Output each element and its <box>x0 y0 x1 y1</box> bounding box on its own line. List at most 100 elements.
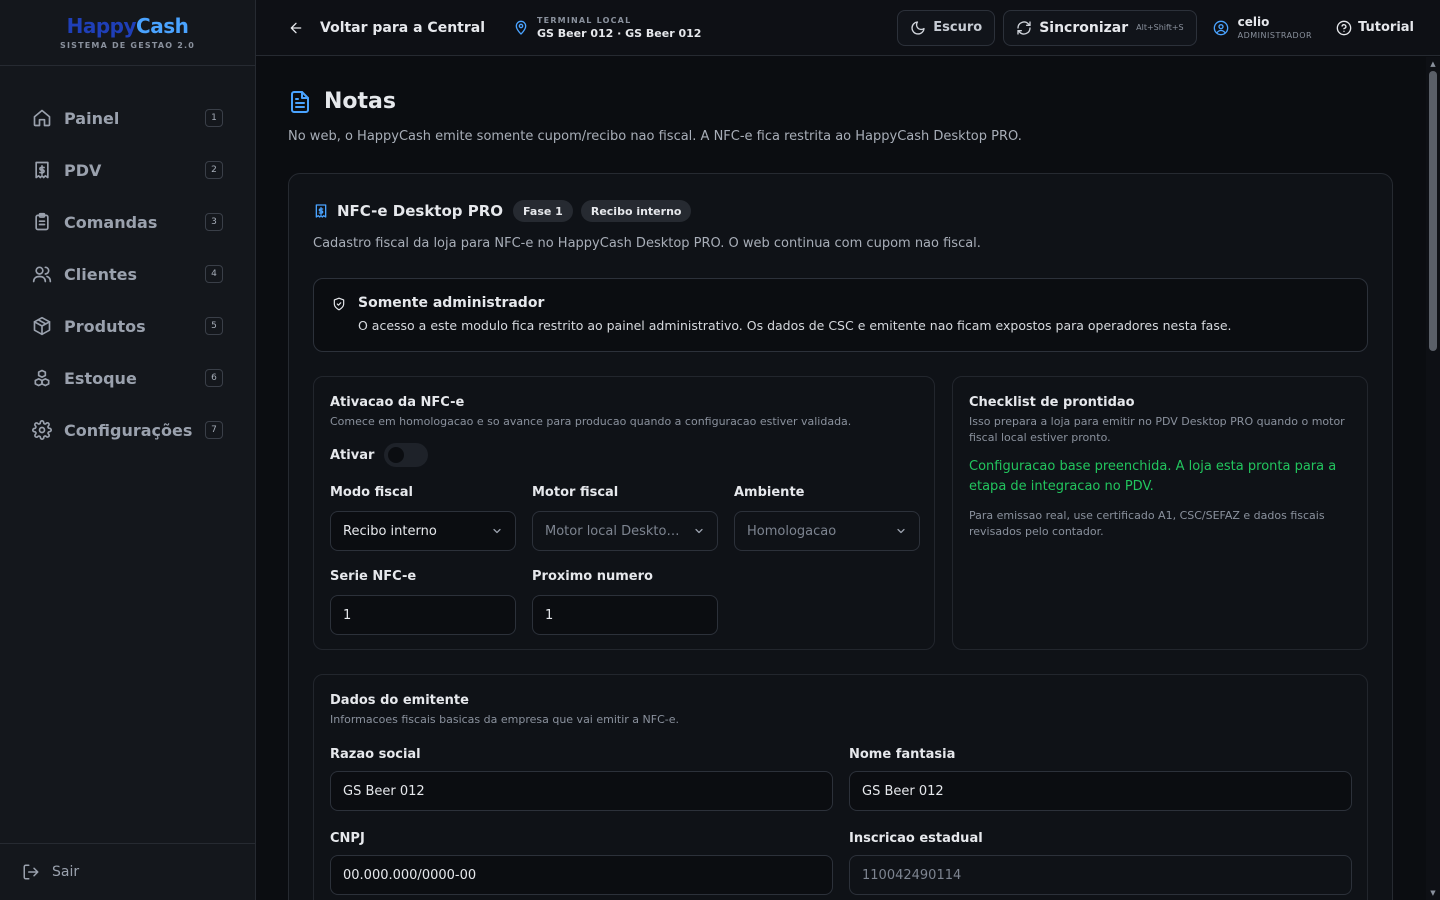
sidebar-item-label: Comandas <box>64 212 158 232</box>
modo-fiscal-label: Modo fiscal <box>330 485 413 500</box>
header-actions: Escuro Sincronizar Alt+Shift+S celio ADM… <box>897 9 1414 46</box>
receipt-icon <box>313 203 329 219</box>
scroll-down-arrow[interactable]: ▼ <box>1429 889 1437 897</box>
checklist-subtitle: Isso prepara a loja para emitir no PDV D… <box>969 415 1345 444</box>
admin-only-alert: Somente administrador O acesso a este mo… <box>313 278 1368 352</box>
cnpj-input[interactable]: 00.000.000/0000-00 <box>330 855 833 895</box>
scroll-thumb[interactable] <box>1429 71 1437 351</box>
sidebar-item-configuracoes[interactable]: Configurações 7 <box>0 404 255 456</box>
motor-fiscal-select[interactable]: Motor local Desktop PRO <box>532 511 718 551</box>
sidebar-item-label: Configurações <box>64 420 193 440</box>
checklist-panel: Checklist de prontidao Isso prepara a lo… <box>952 376 1368 650</box>
alert-title: Somente administrador <box>358 295 545 311</box>
phase-badge: Fase 1 <box>513 200 573 222</box>
razao-social-label: Razao social <box>330 747 421 762</box>
brand-logo[interactable]: HappyCash <box>67 15 189 37</box>
logout-label: Sair <box>52 864 80 880</box>
activation-title: Ativacao da NFC-e <box>330 395 465 410</box>
top-header: Voltar para a Central TERMINAL LOCAL GS … <box>256 0 1440 56</box>
chevron-down-icon <box>693 525 705 537</box>
tutorial-button[interactable]: Tutorial <box>1336 20 1414 36</box>
terminal-info: TERMINAL LOCAL GS Beer 012 · GS Beer 012 <box>513 16 701 40</box>
sidebar-item-label: Estoque <box>64 368 137 388</box>
razao-social-input[interactable]: GS Beer 012 <box>330 771 833 811</box>
emitente-panel: Dados do emitente Informacoes fiscais ba… <box>313 674 1368 900</box>
brand-subtitle: SISTEMA DE GESTAO 2.0 <box>59 41 196 50</box>
sidebar-item-label: Produtos <box>64 316 146 336</box>
nfce-card: NFC-e Desktop PRO Fase 1 Recibo interno … <box>288 173 1393 900</box>
tutorial-label: Tutorial <box>1358 20 1414 35</box>
sidebar-item-pdv[interactable]: PDV 2 <box>0 144 255 196</box>
sidebar-item-label: Clientes <box>64 264 137 284</box>
activation-subtitle: Comece em homologacao e so avance para p… <box>330 415 852 428</box>
user-name: celio <box>1237 15 1270 29</box>
shortcut-key: 4 <box>205 265 223 283</box>
inscricao-estadual-label: Inscricao estadual <box>849 831 983 846</box>
sync-label: Sincronizar <box>1039 19 1129 36</box>
activate-row: Ativar <box>330 443 429 467</box>
activation-panel: Ativacao da NFC-e Comece em homologacao … <box>313 376 935 650</box>
activate-toggle[interactable] <box>384 443 429 467</box>
shortcut-key: 2 <box>205 161 223 179</box>
shortcut-key: 6 <box>205 369 223 387</box>
cnpj-label: CNPJ <box>330 831 365 846</box>
scroll-up-arrow[interactable]: ▲ <box>1429 60 1437 68</box>
theme-label: Escuro <box>933 20 983 35</box>
main-content: Notas No web, o HappyCash emite somente … <box>256 57 1426 900</box>
file-text-icon <box>288 90 312 114</box>
page-heading: Notas <box>324 89 396 114</box>
shield-icon <box>332 297 346 311</box>
users-icon <box>32 264 52 284</box>
motor-fiscal-label: Motor fiscal <box>532 485 619 500</box>
shortcut-key: 3 <box>205 213 223 231</box>
sidebar-item-clientes[interactable]: Clientes 4 <box>0 248 255 300</box>
user-menu[interactable]: celio ADMINISTRADOR <box>1213 15 1312 40</box>
modo-fiscal-select[interactable]: Recibo interno <box>330 511 516 551</box>
serie-label: Serie NFC-e <box>330 569 417 584</box>
emitente-subtitle: Informacoes fiscais basicas da empresa q… <box>330 713 679 726</box>
sidebar-item-produtos[interactable]: Produtos 5 <box>0 300 255 352</box>
sidebar-item-comandas[interactable]: Comandas 3 <box>0 196 255 248</box>
sidebar-item-painel[interactable]: Painel 1 <box>0 92 255 144</box>
ambiente-label: Ambiente <box>734 485 805 500</box>
card-header: NFC-e Desktop PRO Fase 1 Recibo interno <box>313 200 699 222</box>
alert-text: O acesso a este modulo fica restrito ao … <box>358 318 1232 333</box>
shortcut-key: 7 <box>205 421 223 439</box>
main-scrollbar[interactable]: ▲ ▼ <box>1426 57 1440 900</box>
boxes-icon <box>32 368 52 388</box>
chevron-down-icon <box>895 525 907 537</box>
logout-icon <box>22 863 40 881</box>
ambiente-select[interactable]: Homologacao <box>734 511 920 551</box>
map-pin-icon <box>513 20 529 36</box>
sidebar: HappyCash SISTEMA DE GESTAO 2.0 Painel 1… <box>0 0 256 900</box>
terminal-label: TERMINAL LOCAL <box>537 15 632 25</box>
terminal-value: GS Beer 012 · GS Beer 012 <box>537 26 702 40</box>
proximo-numero-input[interactable]: 1 <box>532 595 718 635</box>
sync-button[interactable]: Sincronizar Alt+Shift+S <box>1003 9 1197 46</box>
card-title: NFC-e Desktop PRO <box>337 202 504 220</box>
refresh-icon <box>1016 20 1032 36</box>
card-description: Cadastro fiscal da loja para NFC-e no Ha… <box>313 236 981 251</box>
page-description: No web, o HappyCash emite somente cupom/… <box>288 129 1022 144</box>
nome-fantasia-label: Nome fantasia <box>849 747 956 762</box>
brand: HappyCash SISTEMA DE GESTAO 2.0 <box>0 0 255 66</box>
checklist-title: Checklist de prontidao <box>969 395 1135 410</box>
nome-fantasia-input[interactable]: GS Beer 012 <box>849 771 1352 811</box>
clipboard-icon <box>32 212 52 232</box>
inscricao-estadual-input[interactable]: 110042490114 <box>849 855 1352 895</box>
sidebar-item-estoque[interactable]: Estoque 6 <box>0 352 255 404</box>
sync-shortcut: Alt+Shift+S <box>1136 23 1184 32</box>
back-label: Voltar para a Central <box>320 19 485 36</box>
user-role: ADMINISTRADOR <box>1237 31 1313 40</box>
arrow-left-icon <box>288 20 304 36</box>
package-icon <box>32 316 52 336</box>
shortcut-key: 5 <box>205 317 223 335</box>
back-to-central-button[interactable]: Voltar para a Central <box>288 20 485 36</box>
mode-badge: Recibo interno <box>580 200 692 222</box>
help-circle-icon <box>1336 20 1352 36</box>
theme-toggle-button[interactable]: Escuro <box>897 9 996 46</box>
checklist-status: Configuracao base preenchida. A loja est… <box>969 459 1337 494</box>
serie-input[interactable]: 1 <box>330 595 516 635</box>
moon-icon <box>910 20 926 36</box>
logout-button[interactable]: Sair <box>0 843 255 900</box>
